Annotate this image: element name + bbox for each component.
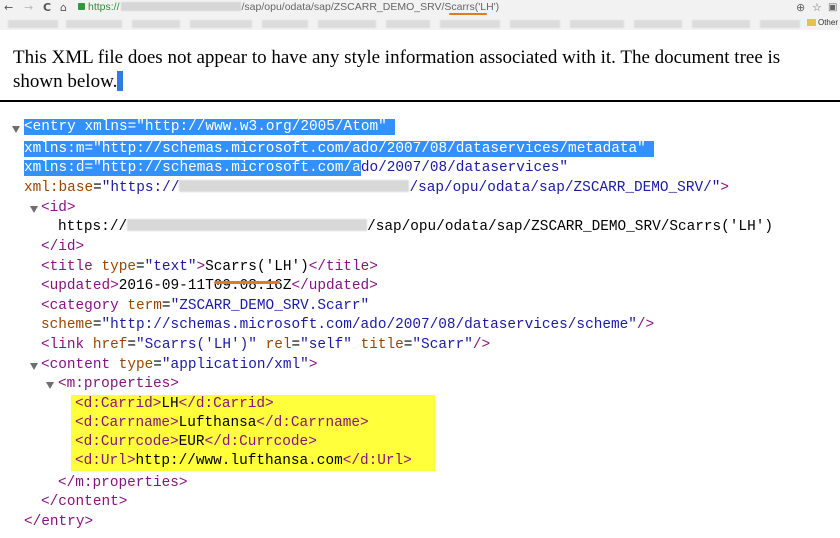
xml-line-id-open: <id> [41,200,76,216]
text-cursor [117,71,124,91]
xml-line-carrname: <d:Carrname>Lufthansa</d:Carrname> [71,414,435,433]
xml-line-xmlns-m: xmlns:m="http://schemas.microsoft.com/ad… [24,140,655,159]
other-bookmarks-label: Other [817,18,838,27]
bookmark-item[interactable] [132,20,180,28]
xml-line-entry-close: </entry> [24,514,94,530]
other-bookmarks[interactable]: Other [806,18,838,27]
bookmark-item[interactable] [66,20,122,28]
bookmark-item[interactable] [386,20,430,28]
xml-line-entry: <entry xmlns="http://www.w3.org/2005/Ato… [24,118,396,137]
redacted-host [127,219,368,231]
bookmark-item[interactable] [262,20,308,28]
xml-line-category: <category term="ZSCARR_DEMO_SRV.Scarr" [41,298,370,314]
xml-line-properties-open: <m:properties> [58,376,179,392]
zoom-icon[interactable]: ⊕ [796,1,805,14]
xml-line-id-close: </id> [41,239,85,255]
xml-line-content: <content type="application/xml"> [41,357,318,373]
xml-line-properties-close: </m:properties> [58,475,188,491]
browser-toolbar: ← → C ⌂ https:// /sap/opu/odata/sap/ZSCAR… [0,0,840,30]
url-scheme: https:// [88,1,120,13]
xml-info-message: This XML file does not appear to have an… [13,46,833,94]
bookmark-item[interactable] [318,20,376,28]
menu-icon[interactable]: ▣ [828,2,837,13]
xml-line-xmlns-d: xmlns:d="http://schemas.microsoft.com/ad… [24,160,569,176]
collapse-properties-icon[interactable] [46,382,54,389]
xml-line-updated: <updated>2016-09-11T09:08:16Z</updated> [41,278,378,294]
bookmark-item[interactable] [692,20,750,28]
bookmark-item[interactable] [8,20,58,28]
collapse-content-icon[interactable] [30,363,38,370]
xml-line-link: <link href="Scarrs('LH')" rel="self" tit… [41,337,491,353]
redacted-host [120,2,241,11]
reload-icon[interactable]: C [43,1,51,14]
bookmark-item[interactable] [570,20,624,28]
title-highlight-underline [214,281,280,284]
xml-info-text: This XML file does not appear to have an… [13,47,781,92]
bookmark-item[interactable] [510,20,560,28]
bookmark-item[interactable] [440,20,500,28]
bookmark-star-icon[interactable]: ☆ [812,1,822,14]
url-path: /sap/opu/odata/sap/ZSCARR_DEMO_SRV/Scarr… [241,1,500,13]
bookmark-item[interactable] [634,20,682,28]
xml-line-carrid: <d:Carrid>LH</d:Carrid> [71,395,435,414]
xml-line-title: <title type="text">Scarrs('LH')</title> [41,259,378,275]
bookmark-item[interactable] [190,20,252,28]
xml-line-content-close: </content> [41,494,128,510]
folder-icon [806,19,816,26]
collapse-id-icon[interactable] [30,206,38,213]
xml-line-id-text: https:///sap/opu/odata/sap/ZSCARR_DEMO_S… [58,219,773,235]
address-bar[interactable]: https:// /sap/opu/odata/sap/ZSCARR_DEMO_S… [78,1,778,17]
back-icon[interactable]: ← [4,1,13,14]
forward-icon[interactable]: → [24,1,33,14]
url-highlight-underline [449,13,487,15]
home-icon[interactable]: ⌂ [60,1,67,14]
header-divider [0,100,840,102]
xml-line-currcode: <d:Currcode>EUR</d:Currcode> [71,433,435,452]
xml-line-url: <d:Url>http://www.lufthansa.com</d:Url> [71,452,435,471]
bookmarks-bar [0,17,840,30]
xml-line-category-scheme: scheme="http://schemas.microsoft.com/ado… [41,317,655,333]
bookmark-item[interactable] [760,20,800,28]
xml-line-xml-base: xml:base="https:///sap/opu/odata/sap/ZSC… [24,180,729,196]
lock-icon [78,3,85,10]
collapse-entry-icon[interactable] [12,126,20,133]
title-value: Scarrs('LH') [205,259,309,275]
redacted-host [179,180,410,192]
